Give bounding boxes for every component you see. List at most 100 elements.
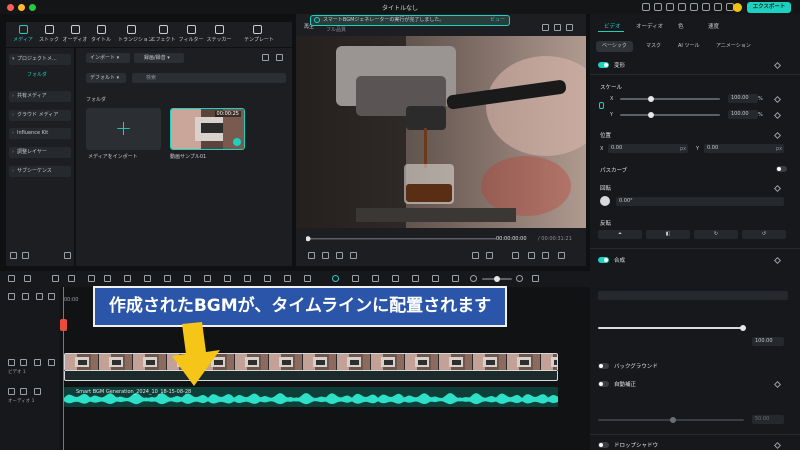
keyframe-icon[interactable] [773,380,782,389]
tab-color[interactable]: 色 [678,22,684,30]
expand-icon[interactable] [558,252,565,259]
slider-knob[interactable] [648,96,654,102]
slider-knob[interactable] [494,276,500,282]
tab-media[interactable]: メディア [10,25,36,43]
audio-clip[interactable]: Smart BGM Generation_2024_10_18-15-08-28 [64,387,558,407]
render-icon[interactable] [372,275,379,282]
playhead-handle[interactable] [60,319,67,331]
step-back-icon[interactable] [322,252,329,259]
flip-horizontal-button[interactable]: ◧ [646,230,690,239]
audio-edit-icon[interactable] [204,275,211,282]
subtab-mask[interactable]: マスク [640,41,667,52]
stop-icon[interactable] [350,252,357,259]
lock-icon[interactable] [48,293,55,300]
crop-icon[interactable] [124,275,131,282]
flip-vertical-button[interactable]: ⏶ [598,230,642,239]
slider-knob[interactable] [740,325,746,331]
tab-template[interactable]: テンプレート [244,25,274,43]
link-icon[interactable] [599,102,604,109]
drop-shadow-toggle[interactable] [598,442,609,448]
mute-icon[interactable] [34,388,41,395]
scale-x-field[interactable]: 100.00 [728,94,758,103]
enhance-amount-field[interactable]: 50.00 [752,415,784,424]
tab-audio[interactable]: オーディオ [62,25,88,43]
tab-filter[interactable]: フィルター [178,25,204,43]
subtab-basic[interactable]: ベーシック [596,41,633,52]
layout-icon[interactable] [714,3,722,11]
sort-dropdown[interactable]: デフォルト ▾ [86,73,126,83]
blend-mode-dropdown[interactable] [598,291,788,300]
tab-video[interactable]: ビデオ [604,22,621,30]
composite-toggle[interactable] [598,257,609,263]
keyframe-icon[interactable] [773,61,782,70]
tab-transition[interactable]: トランジション [118,25,153,43]
transform-toggle[interactable] [598,62,609,68]
scale-y-field[interactable]: 100.00 [728,110,758,119]
keyframe-icon[interactable] [773,95,782,104]
rotate-cw-button[interactable]: ↻ [694,230,738,239]
auto-highlight-icon[interactable] [352,275,359,282]
video-clip[interactable] [64,353,558,371]
tab-stock[interactable]: ストック [36,25,62,43]
mark-out-icon[interactable] [486,252,493,259]
auto-enhance-toggle[interactable] [598,381,609,387]
slider-knob[interactable] [670,417,676,423]
keyframe-icon[interactable] [773,184,782,193]
split-icon[interactable] [104,275,111,282]
more-icon[interactable] [276,54,283,61]
rotate-field[interactable]: 0.00° [616,197,784,206]
undo-icon[interactable] [52,275,59,282]
slider-knob[interactable] [648,112,654,118]
toast-view-button[interactable]: ビュー [490,16,505,25]
tab-effect[interactable]: エフェクト [150,25,176,43]
filter-icon[interactable] [262,54,269,61]
grid-view-icon[interactable] [532,275,539,282]
fullscreen-icon[interactable] [566,24,573,31]
volume-icon[interactable] [542,252,549,259]
tab-audio[interactable]: オーディオ [636,22,663,30]
zoom-slider[interactable] [482,276,512,282]
avatar[interactable] [733,3,742,12]
search-input[interactable]: 検索 [132,73,286,83]
position-x-field[interactable]: 0.00 [608,144,688,153]
motion-track-icon[interactable] [284,275,291,282]
lock-icon[interactable] [20,359,27,366]
sidebar-item-project-media[interactable]: ▾ プロジェクトメ... [9,54,71,65]
previous-frame-icon[interactable] [308,252,315,259]
mic-icon[interactable] [412,275,419,282]
playhead[interactable] [63,287,64,450]
opacity-field[interactable]: 100.00 [752,337,784,346]
opacity-slider[interactable] [598,325,746,331]
cloud-icon[interactable] [678,3,686,11]
info-icon[interactable] [654,3,662,11]
stabilize-icon[interactable] [304,275,311,282]
subtab-ai-tools[interactable]: AI ツール [672,41,706,52]
mark-in-icon[interactable] [472,252,479,259]
preview-scrubber[interactable] [306,235,576,243]
speed-icon[interactable] [164,275,171,282]
play-icon[interactable] [336,252,343,259]
keyframe-icon[interactable] [773,441,782,450]
zoom-out-icon[interactable] [470,275,477,282]
text-icon[interactable] [144,275,151,282]
sidebar-item-subsequence[interactable]: › サブシーケンス [9,166,71,177]
sidebar-item-adjustment-layer[interactable]: › 調整レイヤー [9,147,71,158]
scale-y-slider[interactable] [620,112,720,118]
timer-icon[interactable] [224,275,231,282]
import-media-tile[interactable]: + [86,108,161,150]
notification-icon[interactable] [702,3,710,11]
tab-sticker[interactable]: ステッカー [206,25,232,43]
sidebar-item-influence-kit[interactable]: › Influence Kit [9,128,71,139]
snapshot-icon[interactable] [432,275,439,282]
add-track-icon[interactable] [8,293,15,300]
sync-icon[interactable] [642,3,650,11]
gift-icon[interactable] [666,3,674,11]
cursor-icon[interactable] [24,275,31,282]
collapse-icon[interactable] [64,252,71,259]
import-dropdown[interactable]: インポート ▾ [86,53,130,63]
sidebar-item-folder[interactable]: フォルダ [9,70,71,81]
quality-label[interactable]: フル品質 [326,26,346,33]
expand-icon[interactable] [244,275,251,282]
media-thumbnail[interactable]: 00:00:25 [170,108,245,150]
color-icon[interactable] [184,275,191,282]
